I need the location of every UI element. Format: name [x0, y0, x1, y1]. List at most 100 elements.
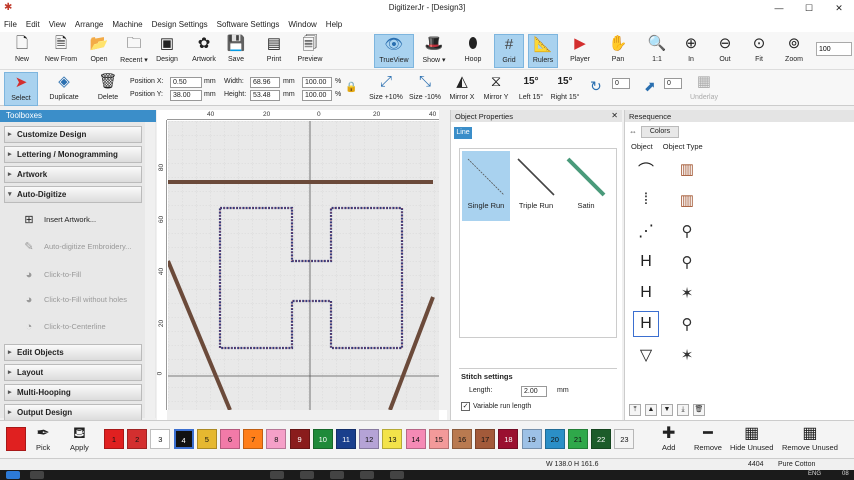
fit-button[interactable]: ⊙ Fit [744, 34, 774, 68]
artwork-button[interactable]: ✿ Artwork [186, 34, 222, 68]
taskbar-app-icon[interactable] [360, 471, 374, 479]
move-down-icon[interactable]: ▼ [661, 404, 673, 416]
thread-swatch-16[interactable]: 16 [452, 429, 472, 449]
toolbox-scrollbar[interactable] [145, 122, 155, 418]
stitch-satin[interactable]: Satin [562, 151, 610, 221]
resequence-row[interactable]: ⁞ ▥ [631, 185, 711, 215]
delete-icon[interactable]: 🗑 [693, 404, 705, 416]
resequence-row[interactable]: ⋰ ⚲ [631, 216, 711, 246]
width-percent-input[interactable]: 100.00 [302, 77, 332, 88]
toolbox-category-layout[interactable]: Layout [4, 364, 142, 381]
thread-swatch-6[interactable]: 6 [220, 429, 240, 449]
resequence-row[interactable]: ⌒ ▥ [631, 154, 711, 184]
trueview-button[interactable]: 👁 TrueView [374, 34, 414, 68]
maximize-icon[interactable]: ☐ [794, 0, 824, 16]
thread-swatch-18[interactable]: 18 [498, 429, 519, 449]
thread-swatch-23[interactable]: 23 [614, 429, 635, 449]
zoom-1-1-button[interactable]: 🔍 1:1 [642, 34, 672, 68]
tab-line[interactable]: Line [454, 127, 472, 139]
apply-button[interactable]: ⛾ Apply [70, 425, 89, 452]
zoom-in-button[interactable]: ⊕ In [676, 34, 706, 68]
position-y-input[interactable]: 38.00 [170, 90, 202, 101]
duplicate-button[interactable]: ◈ Duplicate [46, 72, 82, 106]
menu-file[interactable]: File [4, 20, 17, 29]
open-button[interactable]: 📂 Open [84, 34, 114, 68]
thread-swatch-10[interactable]: 10 [312, 429, 333, 449]
remove-button[interactable]: ━ Remove [694, 425, 722, 452]
tab-colors[interactable]: Colors [641, 126, 679, 138]
new-button[interactable]: 🗋 New [8, 34, 36, 68]
thread-swatch-5[interactable]: 5 [196, 429, 217, 449]
resequence-row[interactable]: H ⚲ [631, 247, 711, 277]
toolbox-category-multi-hooping[interactable]: Multi-Hooping [4, 384, 142, 401]
variable-run-checkbox[interactable]: ✓ [461, 402, 470, 411]
thread-swatch-7[interactable]: 7 [243, 429, 264, 449]
menu-arrange[interactable]: Arrange [75, 20, 103, 29]
tool-click-to-centerline[interactable]: ◔ Click-to-Centerline [18, 317, 140, 337]
menu-view[interactable]: View [49, 20, 66, 29]
thread-swatch-1[interactable]: 1 [104, 429, 124, 449]
rotate-right-button[interactable]: 15° Right 15° [548, 72, 582, 106]
thread-swatch-4[interactable]: 4 [173, 429, 194, 449]
hide-unused-button[interactable]: ▦ Hide Unused [730, 425, 773, 452]
thread-swatch-17[interactable]: 17 [475, 429, 496, 449]
thread-swatch-15[interactable]: 15 [428, 429, 449, 449]
menu-software-settings[interactable]: Software Settings [217, 20, 280, 29]
tool-insert-artwork[interactable]: ⊞ Insert Artwork... [18, 210, 140, 230]
mirror-y-button[interactable]: ⧖ Mirror Y [480, 72, 512, 106]
height-percent-input[interactable]: 100.00 [302, 90, 332, 101]
rulers-button[interactable]: 📐 Rulers [528, 34, 558, 68]
size-up-button[interactable]: ⤢ Size +10% [366, 72, 406, 106]
thread-swatch-22[interactable]: 22 [591, 429, 612, 449]
toolbox-category-edit-objects[interactable]: Edit Objects [4, 344, 142, 361]
player-button[interactable]: ▶ Player [564, 34, 596, 68]
toolbox-category-customize-design[interactable]: Customize Design [4, 126, 142, 143]
resequence-row[interactable]: H ⚲ [631, 309, 711, 339]
menu-window[interactable]: Window [288, 20, 316, 29]
canvas-horizontal-scrollbar[interactable] [167, 410, 439, 420]
taskbar-app-icon[interactable] [390, 471, 404, 479]
thread-swatch-8[interactable]: 8 [266, 429, 287, 449]
width-input[interactable]: 68.96 [250, 77, 280, 88]
move-top-icon[interactable]: ⤒ [629, 404, 641, 416]
remove-unused-button[interactable]: ▦ Remove Unused [782, 425, 838, 452]
design-button[interactable]: ▣ Design [150, 34, 184, 68]
position-x-input[interactable]: 0.50 [170, 77, 202, 88]
delete-button[interactable]: 🗑 Delete [94, 72, 122, 106]
canvas-vertical-scrollbar[interactable] [439, 110, 447, 410]
rotate-input[interactable]: 0 [612, 78, 630, 89]
taskbar-app-icon[interactable] [270, 471, 284, 479]
current-color-swatch[interactable] [6, 427, 26, 451]
thread-swatch-20[interactable]: 20 [544, 429, 565, 449]
start-icon[interactable] [6, 471, 20, 479]
close-icon[interactable]: ✕ [611, 111, 618, 120]
zoom-out-button[interactable]: ⊖ Out [710, 34, 740, 68]
tool-click-to-fill-no-holes[interactable]: ◕ Click-to-Fill without holes [18, 290, 140, 310]
save-button[interactable]: 💾 Save [222, 34, 250, 68]
toolbox-category-artwork[interactable]: Artwork [4, 166, 142, 183]
tool-click-to-fill[interactable]: ◕ Click-to-Fill [18, 265, 140, 285]
taskbar-app-icon[interactable] [330, 471, 344, 479]
minimize-icon[interactable]: — [764, 0, 794, 16]
move-up-icon[interactable]: ▲ [645, 404, 657, 416]
preview-button[interactable]: 🗐 Preview [292, 34, 328, 68]
grid-button[interactable]: # Grid [494, 34, 524, 68]
search-icon[interactable] [30, 471, 44, 479]
menu-machine[interactable]: Machine [112, 20, 142, 29]
menu-design-settings[interactable]: Design Settings [152, 20, 208, 29]
close-icon[interactable]: ✕ [824, 0, 854, 16]
print-button[interactable]: ▤ Print [258, 34, 290, 68]
thread-swatch-14[interactable]: 14 [405, 429, 426, 449]
thread-swatch-9[interactable]: 9 [289, 429, 310, 449]
expand-icon[interactable]: ⇔ [629, 127, 637, 136]
toolbox-category-lettering-monogramming[interactable]: Lettering / Monogramming [4, 146, 142, 163]
mirror-x-button[interactable]: ◭ Mirror X [446, 72, 478, 106]
menu-help[interactable]: Help [326, 20, 342, 29]
thread-swatch-12[interactable]: 12 [359, 429, 380, 449]
hoop-button[interactable]: ⬮ Hoop [456, 34, 490, 68]
pan-button[interactable]: ✋ Pan [604, 34, 632, 68]
menu-edit[interactable]: Edit [26, 20, 40, 29]
tool-auto-digitize[interactable]: ✎ Auto-digitize Embroidery... [18, 237, 140, 257]
zoom-button[interactable]: ⊚ Zoom [778, 34, 810, 68]
thread-swatch-19[interactable]: 19 [521, 429, 542, 449]
